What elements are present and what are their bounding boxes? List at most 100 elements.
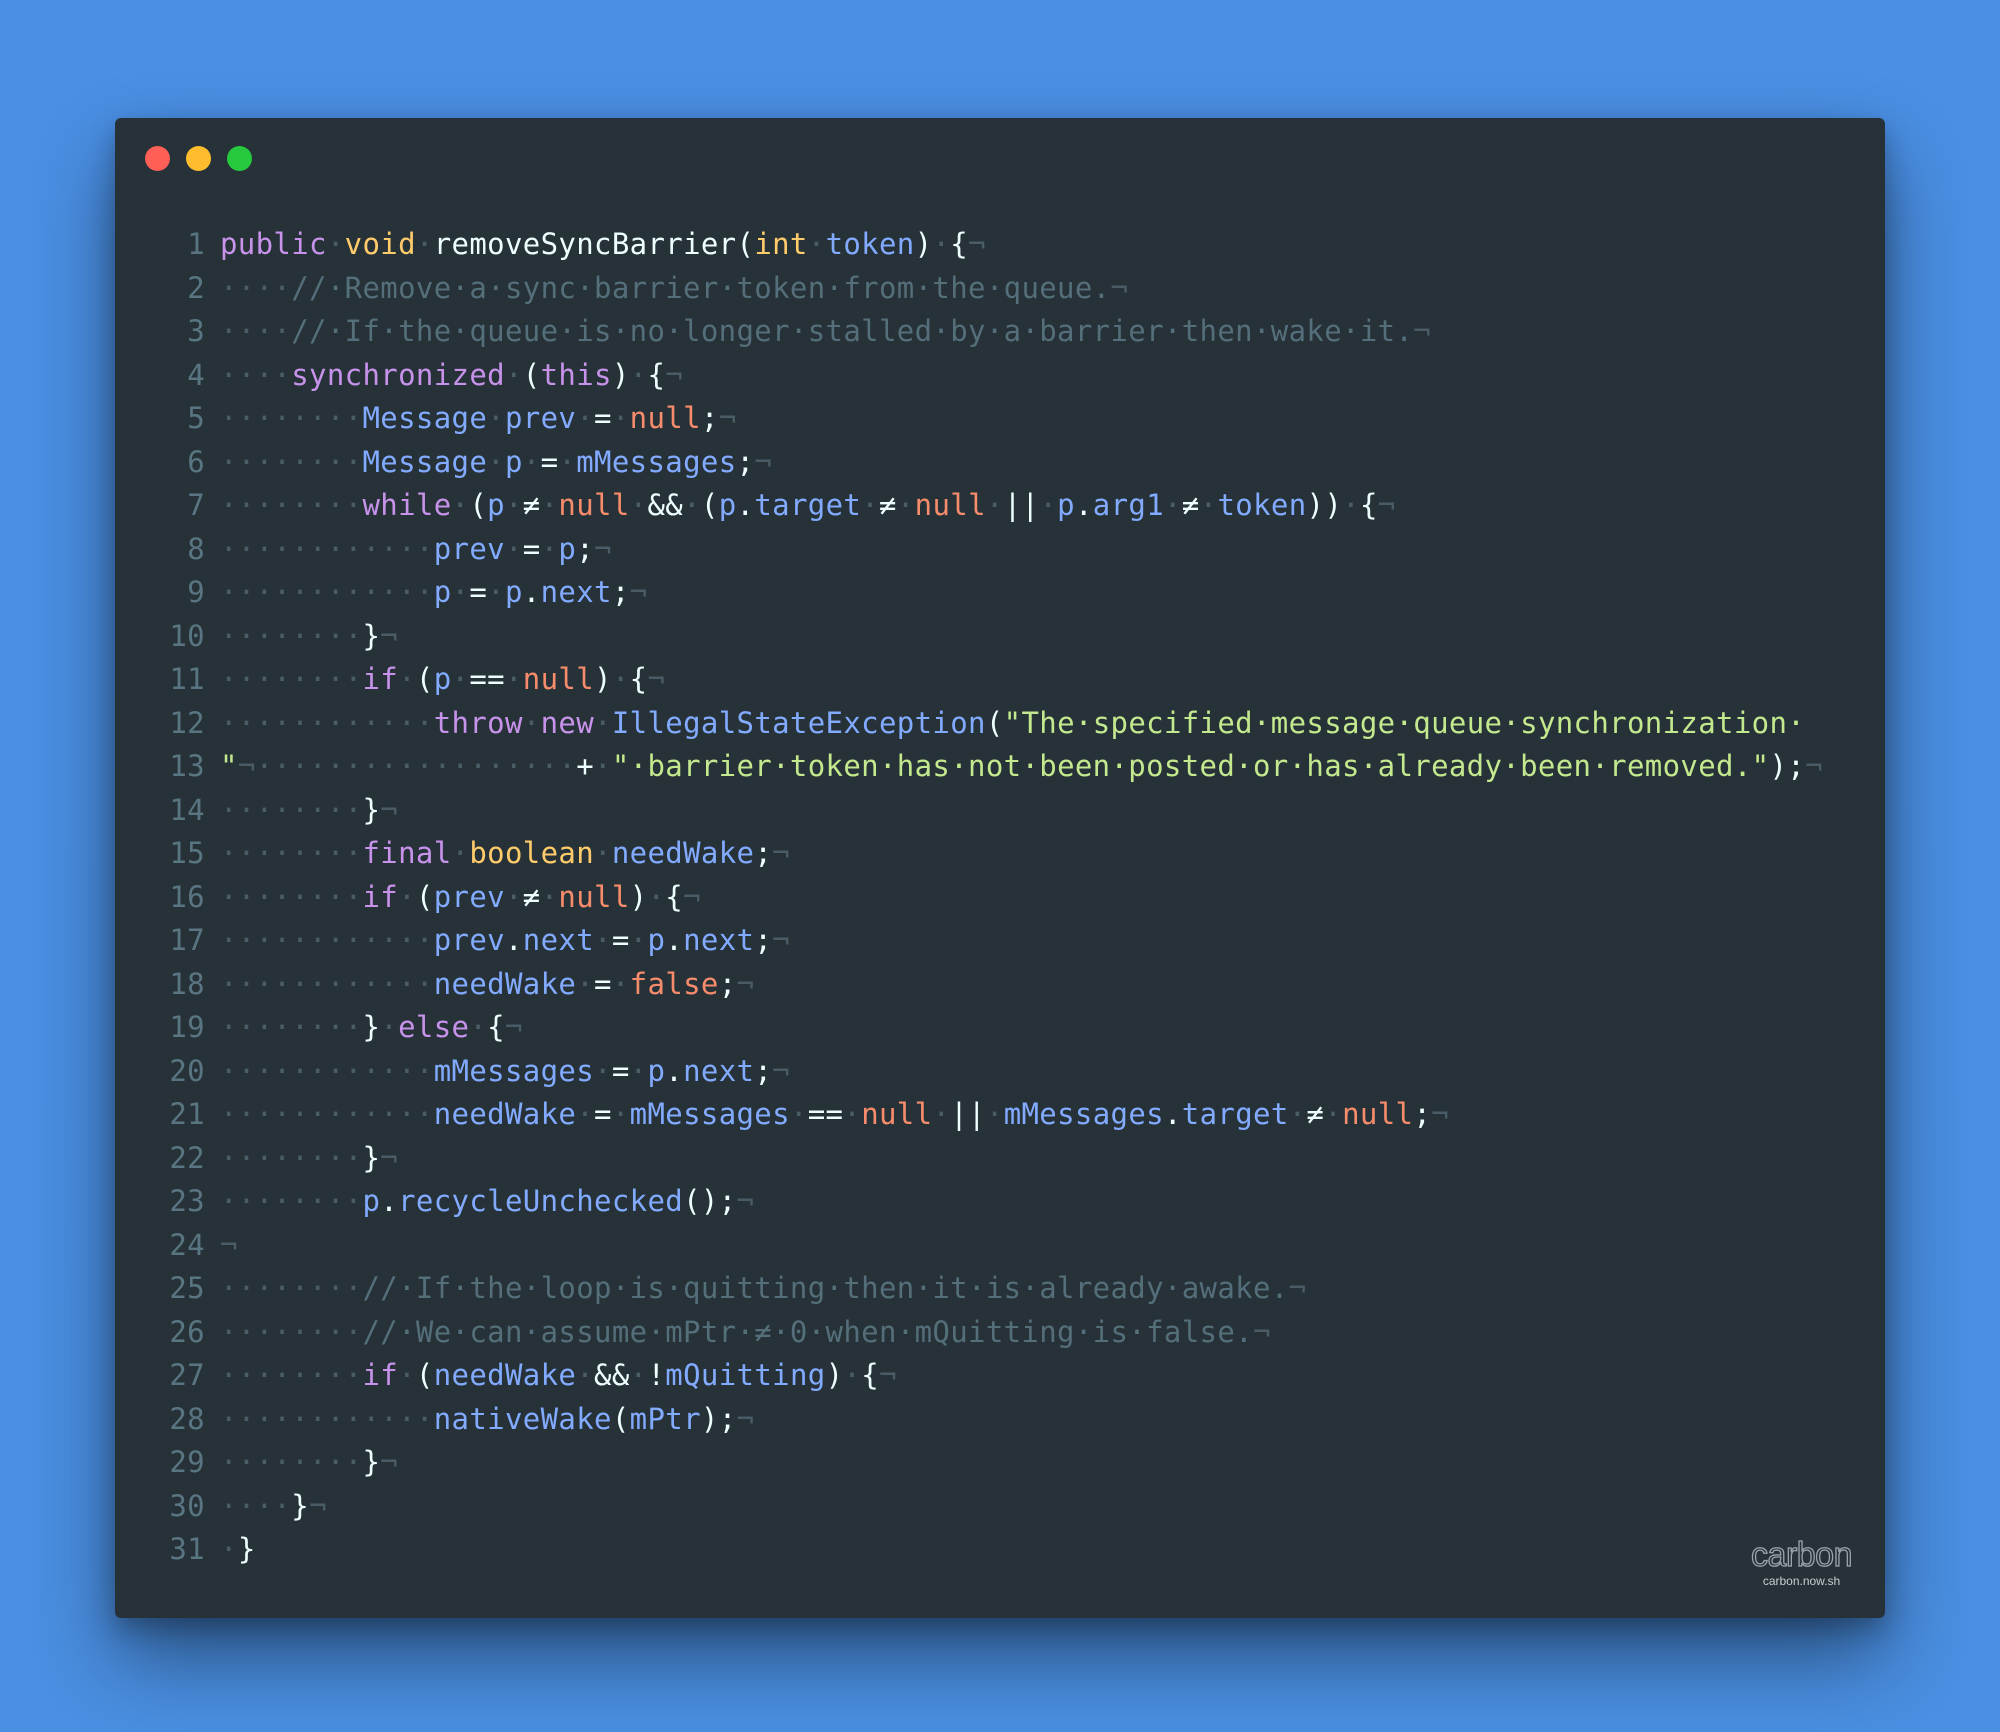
- code-token: this: [540, 357, 612, 392]
- code-token: ·: [504, 357, 523, 392]
- code-line-content: ········if·(needWake·&&·!mQuitting)·{¬: [220, 1354, 897, 1398]
- code-token: needWake: [433, 966, 577, 1001]
- code-token: else: [398, 1010, 470, 1044]
- code-line: 29 ········}¬: [115, 1441, 1885, 1485]
- code-line: 8 ············prev·=·p;¬: [115, 528, 1885, 572]
- code-token: ········: [220, 662, 363, 696]
- code-token: ·: [220, 1532, 238, 1566]
- code-line: 4 ····synchronized·(this)·{¬: [115, 354, 1885, 398]
- line-number: 26: [169, 1314, 205, 1349]
- code-token: =: [594, 401, 612, 435]
- code-token: ····: [220, 314, 292, 348]
- code-token: =: [594, 966, 612, 1001]
- code-token: next: [540, 575, 612, 609]
- code-token: ·: [932, 227, 951, 261]
- code-token: p: [487, 488, 505, 522]
- code-line: 3 ····//·If·the·queue·is·no·longer·stalle…: [115, 310, 1885, 354]
- code-token: +: [576, 749, 595, 783]
- code-token: "The·specified·message·queue·synchroniza…: [1003, 705, 1806, 740]
- code-token: &&: [647, 488, 684, 522]
- code-token: ·: [843, 1358, 862, 1392]
- close-window-dot[interactable]: [145, 146, 170, 171]
- minimize-window-dot[interactable]: [186, 146, 211, 171]
- code-token: }: [362, 618, 381, 653]
- code-token: (: [415, 1358, 434, 1392]
- code-token: ·: [594, 749, 612, 783]
- line-number: 15: [169, 836, 205, 870]
- line-number: 27: [169, 1358, 205, 1392]
- code-token: mMessages: [1003, 1097, 1164, 1131]
- code-line-content: ········//·If·the·loop·is·quitting·then·…: [220, 1267, 1306, 1311]
- code-token: ·: [504, 488, 523, 522]
- code-token: ········: [220, 1140, 363, 1175]
- code-line: 15 ········final·boolean·needWake;¬: [115, 832, 1885, 876]
- code-token: ············: [220, 575, 434, 609]
- code-line-content: ········if·(p·==·null)·{¬: [220, 658, 665, 702]
- code-token: ¬: [380, 1445, 399, 1479]
- code-token: ············: [220, 923, 434, 957]
- code-token: if: [362, 1358, 399, 1392]
- code-line-content: ¬: [220, 1224, 238, 1268]
- maximize-window-dot[interactable]: [227, 146, 252, 171]
- code-token: ≠: [879, 488, 897, 522]
- code-token: ·: [451, 836, 470, 870]
- line-number: 5: [187, 401, 205, 435]
- code-line-content: ········}¬: [220, 1137, 398, 1181]
- code-token: ········: [220, 1314, 363, 1349]
- code-token: ········: [220, 618, 363, 653]
- code-line-content: ············nativeWake(mPtr);¬: [220, 1398, 754, 1442]
- code-token: if: [362, 879, 399, 914]
- code-token: null: [861, 1097, 933, 1131]
- code-token: =: [611, 923, 630, 957]
- code-token: ·: [576, 1097, 595, 1131]
- code-token: ¬: [754, 444, 773, 479]
- code-token: ": [220, 749, 238, 783]
- code-line-content: ············prev.next·=·p.next;¬: [220, 919, 790, 963]
- code-token: ¬: [309, 1488, 327, 1523]
- code-token: ·: [504, 662, 523, 696]
- code-token: ;: [1413, 1097, 1432, 1131]
- code-token: p: [433, 575, 452, 609]
- code-token: prev: [433, 923, 505, 957]
- code-token: ·: [1324, 1097, 1343, 1131]
- code-line: 11 ········if·(p·==·null)·{¬: [115, 658, 1885, 702]
- code-token: }: [362, 1140, 381, 1175]
- code-token: ): [629, 879, 648, 914]
- code-token: ·: [576, 1358, 595, 1392]
- code-line: 19 ········}·else·{¬: [115, 1006, 1885, 1050]
- code-token: ·: [487, 401, 505, 435]
- code-token: ············: [220, 1401, 434, 1436]
- code-token: mMessages: [576, 444, 737, 479]
- code-token: ¬: [718, 401, 737, 435]
- code-token: target: [1181, 1097, 1289, 1131]
- code-token: ;: [736, 444, 755, 479]
- code-token: needWake: [611, 836, 755, 870]
- code-token: //·If·the·queue·is·no·longer·stalled·by·…: [291, 314, 1414, 348]
- code-token: ·: [629, 357, 648, 392]
- code-token: ==: [469, 662, 505, 696]
- code-token: ·: [647, 879, 666, 914]
- code-token: ·: [594, 923, 612, 957]
- code-token: "·barrier·token·has·not·been·posted·or·h…: [611, 749, 1770, 783]
- code-token: {: [950, 227, 969, 261]
- code-token: ·: [504, 531, 523, 566]
- code-line: 18 ············needWake·=·false;¬: [115, 963, 1885, 1007]
- code-token: nativeWake: [433, 1401, 612, 1436]
- code-token: ·: [807, 227, 826, 261]
- code-token: p: [718, 488, 737, 522]
- carbon-logo-word: carbon: [1750, 1536, 1853, 1574]
- code-token: ¬: [736, 1401, 755, 1436]
- code-token: ;: [718, 966, 737, 1001]
- code-token: ········: [220, 1358, 363, 1392]
- code-token: ·: [629, 923, 648, 957]
- code-token: //·We·can·assume·mPtr·≠·0·when·mQuitting…: [362, 1314, 1253, 1349]
- code-token: ·: [861, 488, 880, 522]
- line-number: 8: [187, 531, 205, 566]
- code-token: p: [1057, 488, 1075, 522]
- code-token: null: [522, 662, 595, 696]
- code-token: .: [1163, 1097, 1182, 1131]
- code-token: null: [914, 488, 986, 522]
- code-token: public: [220, 227, 327, 261]
- code-token: ¬: [736, 1184, 755, 1218]
- code-token: ¬: [594, 531, 612, 566]
